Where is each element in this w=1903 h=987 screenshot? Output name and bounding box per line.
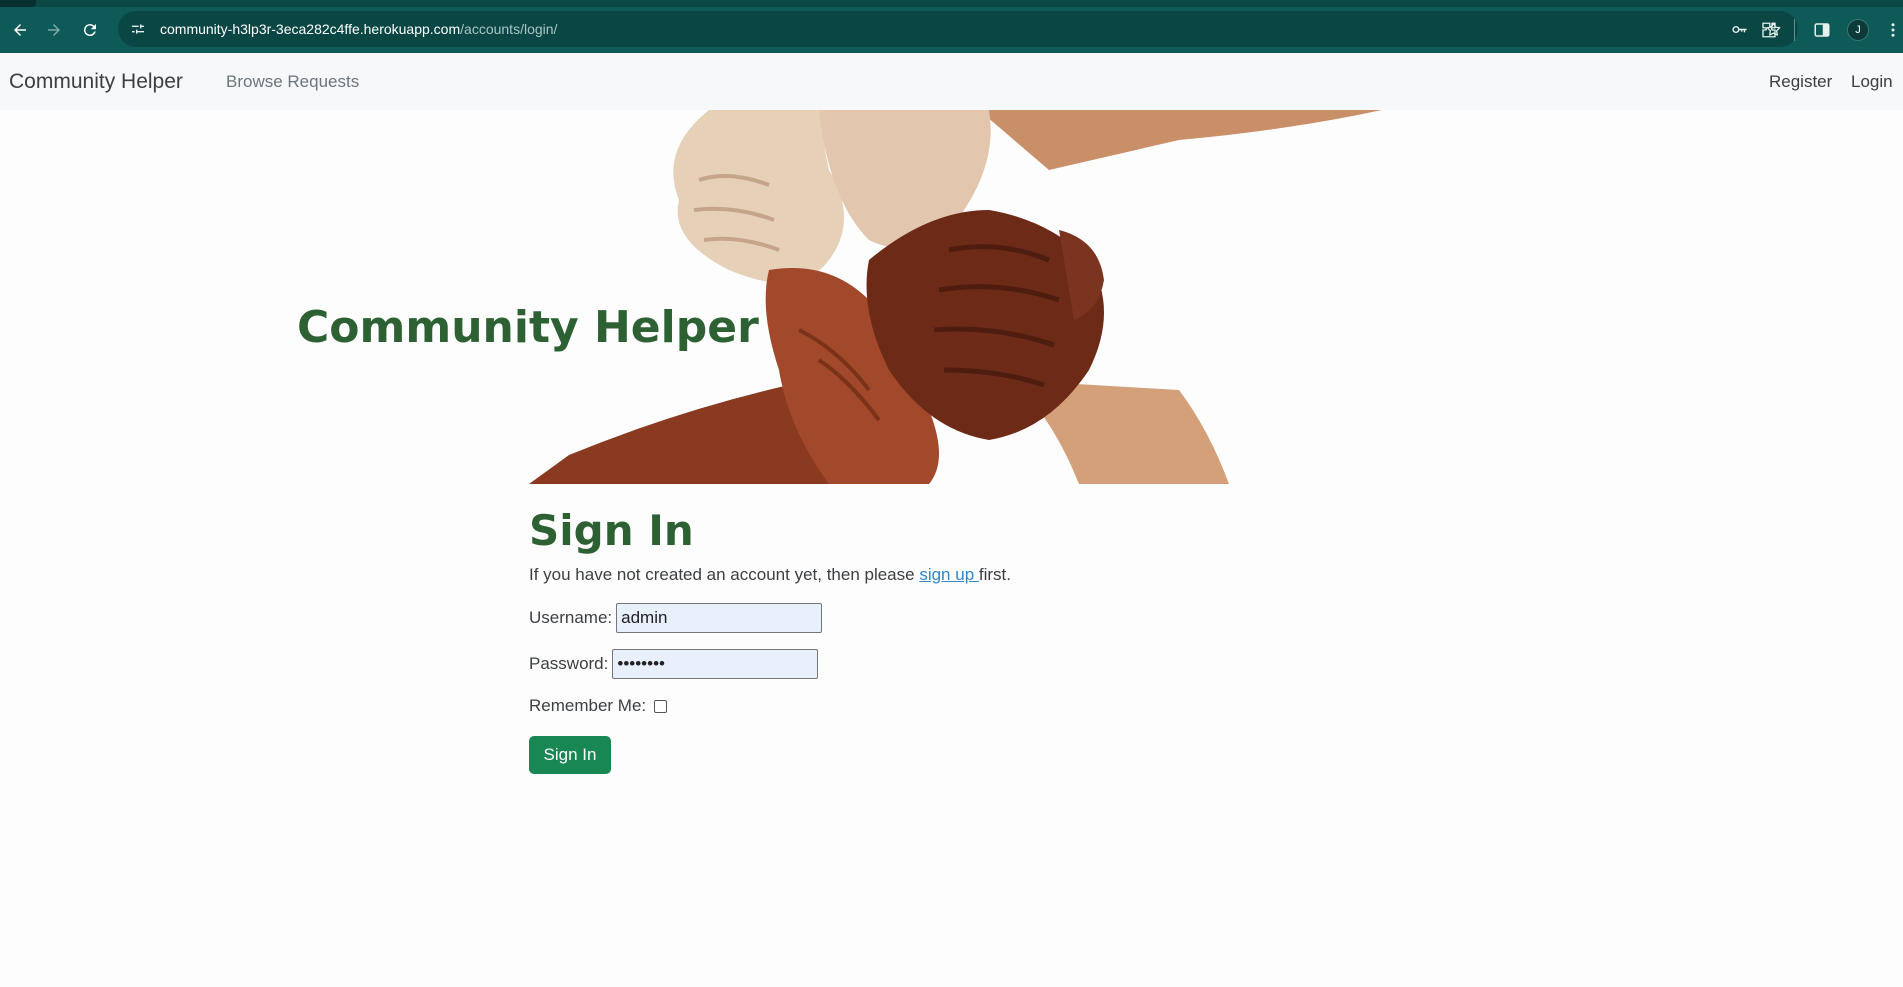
url-text[interactable]: community-h3lp3r-3eca282c4ffe.herokuapp.… <box>160 21 557 37</box>
browser-toolbar: community-h3lp3r-3eca282c4ffe.herokuapp.… <box>0 0 1903 53</box>
nav-login[interactable]: Login <box>1851 72 1893 92</box>
address-bar[interactable]: community-h3lp3r-3eca282c4ffe.herokuapp.… <box>118 11 1798 47</box>
intro-text-after: first. <box>978 565 1011 584</box>
nav-browse-requests[interactable]: Browse Requests <box>226 72 359 92</box>
signin-button[interactable]: Sign In <box>529 736 611 774</box>
remember-label: Remember Me: <box>529 696 647 715</box>
username-row: Username: <box>529 603 823 633</box>
username-input[interactable] <box>616 603 823 633</box>
signin-heading: Sign In <box>529 506 694 555</box>
intro-text-before: If you have not created an account yet, … <box>529 565 920 584</box>
key-icon[interactable] <box>1726 16 1752 42</box>
forward-button[interactable] <box>39 15 69 45</box>
site-navbar: Community Helper Browse Requests Registe… <box>0 53 1903 110</box>
back-button[interactable] <box>5 15 35 45</box>
navbar-brand[interactable]: Community Helper <box>9 70 183 94</box>
password-input[interactable] <box>612 649 819 679</box>
url-host: community-h3lp3r-3eca282c4ffe.herokuapp.… <box>160 21 461 37</box>
tab-strip <box>0 0 1903 7</box>
username-label: Username: <box>529 608 613 627</box>
tune-icon[interactable] <box>125 16 151 42</box>
reload-icon <box>83 24 96 37</box>
side-panel-icon[interactable] <box>1807 15 1837 45</box>
profile-avatar[interactable]: J <box>1847 19 1869 41</box>
remember-row: Remember Me: <box>529 696 668 716</box>
hero-title: Community Helper <box>297 302 759 353</box>
arrow-right-icon <box>48 24 60 36</box>
password-label: Password: <box>529 654 609 673</box>
signup-link[interactable]: sign up <box>919 565 979 584</box>
kebab-menu-icon[interactable] <box>1882 15 1903 45</box>
signin-intro: If you have not created an account yet, … <box>529 565 1011 585</box>
toolbar-separator <box>1794 19 1795 41</box>
reload-button[interactable] <box>75 15 105 45</box>
active-tab-indicator[interactable] <box>0 0 36 7</box>
remember-checkbox[interactable] <box>654 699 668 713</box>
puzzle-icon[interactable] <box>1754 15 1784 45</box>
nav-register[interactable]: Register <box>1769 72 1832 92</box>
hero-hands-image <box>529 110 1382 484</box>
password-row: Password: <box>529 649 819 679</box>
url-path: /accounts/login/ <box>460 21 558 37</box>
arrow-left-icon <box>14 24 26 36</box>
